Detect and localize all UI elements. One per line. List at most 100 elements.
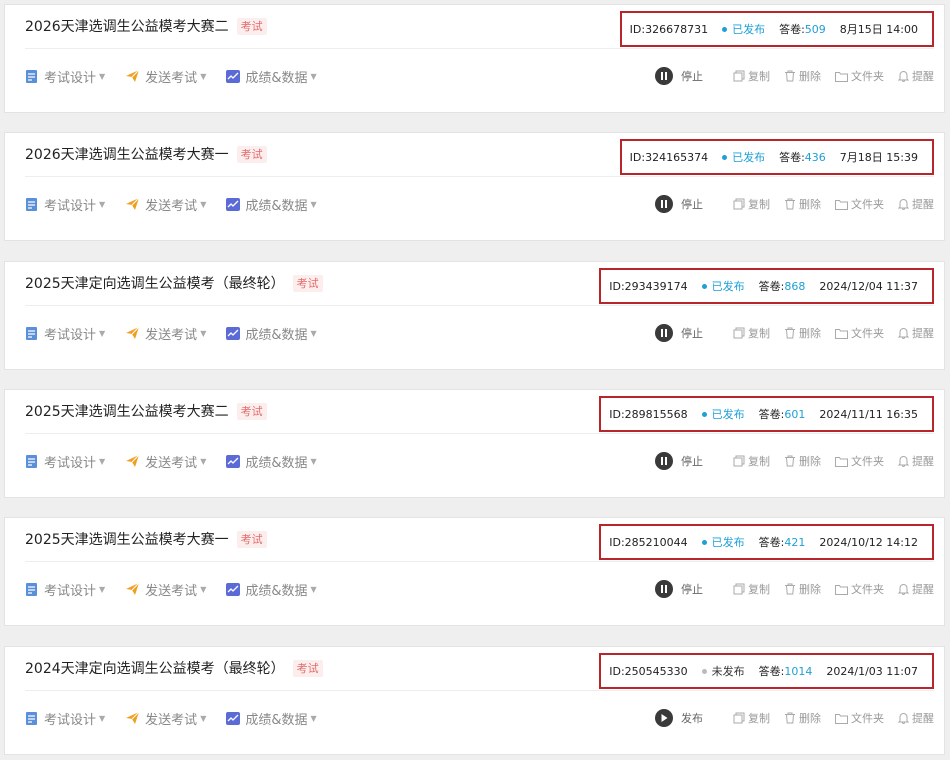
survey-title-text[interactable]: 2026天津选调生公益模考大赛二 [25, 16, 229, 36]
delete-button[interactable]: 删除 [784, 581, 821, 597]
answer-count[interactable]: 答卷:421 [759, 534, 806, 550]
survey-title-text[interactable]: 2025天津定向选调生公益模考（最终轮） [25, 273, 285, 293]
remind-label: 提醒 [912, 198, 934, 211]
delete-button[interactable]: 删除 [784, 710, 821, 726]
design-menu[interactable]: 考试设计 ▼ [25, 580, 105, 599]
answer-count-value[interactable]: 601 [784, 408, 805, 421]
stop-or-publish-button[interactable]: 停止 [655, 324, 703, 342]
copy-button[interactable]: 复制 [733, 325, 770, 341]
answer-count-value[interactable]: 509 [805, 23, 826, 36]
folder-button[interactable]: 文件夹 [835, 68, 884, 84]
answer-count-value[interactable]: 436 [805, 151, 826, 164]
delete-button[interactable]: 删除 [784, 325, 821, 341]
survey-title[interactable]: 2025天津定向选调生公益模考（最终轮） 考试 [25, 273, 323, 293]
remind-label: 提醒 [912, 70, 934, 83]
folder-button[interactable]: 文件夹 [835, 196, 884, 212]
results-menu[interactable]: 成绩&数据 ▼ [226, 67, 317, 86]
caret-down-icon: ▼ [200, 584, 207, 594]
answer-count-value[interactable]: 421 [784, 536, 805, 549]
folder-button[interactable]: 文件夹 [835, 581, 884, 597]
folder-label: 文件夹 [851, 327, 884, 340]
remind-button[interactable]: 提醒 [898, 710, 934, 726]
card-right-actions: 停止 复制 删除 文件夹 提醒 [655, 580, 934, 598]
send-menu[interactable]: 发送考试 ▼ [125, 67, 206, 86]
survey-title-text[interactable]: 2025天津选调生公益模考大赛二 [25, 401, 229, 421]
status-text: 未发布 [711, 665, 745, 678]
send-menu[interactable]: 发送考试 ▼ [125, 324, 206, 343]
design-menu[interactable]: 考试设计 ▼ [25, 709, 105, 728]
design-menu[interactable]: 考试设计 ▼ [25, 452, 105, 471]
pause-icon [655, 324, 673, 342]
survey-date: 2024/10/12 14:12 [819, 535, 918, 549]
copy-button[interactable]: 复制 [733, 581, 770, 597]
card-actions: 考试设计 ▼ 发送考试 ▼ 成绩&数据 ▼ 停止 复制 删除 文件夹 提醒 [25, 63, 934, 89]
design-menu[interactable]: 考试设计 ▼ [25, 195, 105, 214]
caret-down-icon: ▼ [310, 199, 317, 209]
remind-button[interactable]: 提醒 [898, 453, 934, 469]
survey-title[interactable]: 2026天津选调生公益模考大赛一 考试 [25, 144, 267, 164]
delete-button[interactable]: 删除 [784, 68, 821, 84]
card-header: 2024天津定向选调生公益模考（最终轮） 考试 ID:250545330 未发布… [25, 647, 934, 691]
copy-button[interactable]: 复制 [733, 453, 770, 469]
results-menu[interactable]: 成绩&数据 ▼ [226, 195, 317, 214]
answer-count[interactable]: 答卷:601 [759, 406, 806, 422]
survey-title-text[interactable]: 2024天津定向选调生公益模考（最终轮） [25, 658, 285, 678]
remind-button[interactable]: 提醒 [898, 68, 934, 84]
send-menu[interactable]: 发送考试 ▼ [125, 452, 206, 471]
stop-or-publish-button[interactable]: 发布 [655, 709, 703, 727]
design-menu[interactable]: 考试设计 ▼ [25, 67, 105, 86]
copy-button[interactable]: 复制 [733, 68, 770, 84]
survey-title-text[interactable]: 2025天津选调生公益模考大赛一 [25, 529, 229, 549]
primary-action-label: 停止 [681, 583, 703, 596]
survey-id: ID:250545330 [609, 664, 688, 678]
survey-date: 7月18日 15:39 [839, 151, 918, 164]
stop-or-publish-button[interactable]: 停止 [655, 452, 703, 470]
answer-count[interactable]: 答卷:436 [779, 149, 826, 165]
copy-button[interactable]: 复制 [733, 710, 770, 726]
results-label: 成绩&数据 [245, 70, 308, 86]
bell-icon [898, 327, 909, 339]
answer-count[interactable]: 答卷:509 [779, 21, 826, 37]
caret-down-icon: ▼ [200, 713, 207, 723]
answer-count[interactable]: 答卷:868 [759, 278, 806, 294]
results-menu[interactable]: 成绩&数据 ▼ [226, 324, 317, 343]
results-menu[interactable]: 成绩&数据 ▼ [226, 709, 317, 728]
answer-count-value[interactable]: 1014 [784, 665, 812, 678]
remind-button[interactable]: 提醒 [898, 196, 934, 212]
survey-title-text[interactable]: 2026天津选调生公益模考大赛一 [25, 144, 229, 164]
survey-title[interactable]: 2026天津选调生公益模考大赛二 考试 [25, 16, 267, 36]
trash-icon [784, 70, 796, 82]
design-menu[interactable]: 考试设计 ▼ [25, 324, 105, 343]
send-menu[interactable]: 发送考试 ▼ [125, 195, 206, 214]
bell-icon [898, 583, 909, 595]
stop-or-publish-button[interactable]: 停止 [655, 67, 703, 85]
caret-down-icon: ▼ [99, 456, 106, 466]
results-menu[interactable]: 成绩&数据 ▼ [226, 452, 317, 471]
delete-button[interactable]: 删除 [784, 453, 821, 469]
send-menu[interactable]: 发送考试 ▼ [125, 580, 206, 599]
document-edit-icon [25, 326, 39, 341]
remind-label: 提醒 [912, 583, 934, 596]
delete-button[interactable]: 删除 [784, 196, 821, 212]
survey-title[interactable]: 2025天津选调生公益模考大赛一 考试 [25, 529, 267, 549]
trash-icon [784, 712, 796, 724]
folder-button[interactable]: 文件夹 [835, 710, 884, 726]
document-edit-icon [25, 711, 39, 726]
answer-count[interactable]: 答卷:1014 [759, 663, 813, 679]
design-label: 考试设计 [44, 583, 97, 599]
survey-title[interactable]: 2025天津选调生公益模考大赛二 考试 [25, 401, 267, 421]
answer-count-value[interactable]: 868 [784, 280, 805, 293]
copy-button[interactable]: 复制 [733, 196, 770, 212]
folder-button[interactable]: 文件夹 [835, 325, 884, 341]
trash-icon [784, 583, 796, 595]
results-menu[interactable]: 成绩&数据 ▼ [226, 580, 317, 599]
remind-button[interactable]: 提醒 [898, 325, 934, 341]
folder-button[interactable]: 文件夹 [835, 453, 884, 469]
send-menu[interactable]: 发送考试 ▼ [125, 709, 206, 728]
folder-label: 文件夹 [851, 583, 884, 596]
stop-or-publish-button[interactable]: 停止 [655, 580, 703, 598]
survey-title[interactable]: 2024天津定向选调生公益模考（最终轮） 考试 [25, 658, 323, 678]
primary-action-label: 发布 [681, 712, 703, 725]
stop-or-publish-button[interactable]: 停止 [655, 195, 703, 213]
remind-button[interactable]: 提醒 [898, 581, 934, 597]
